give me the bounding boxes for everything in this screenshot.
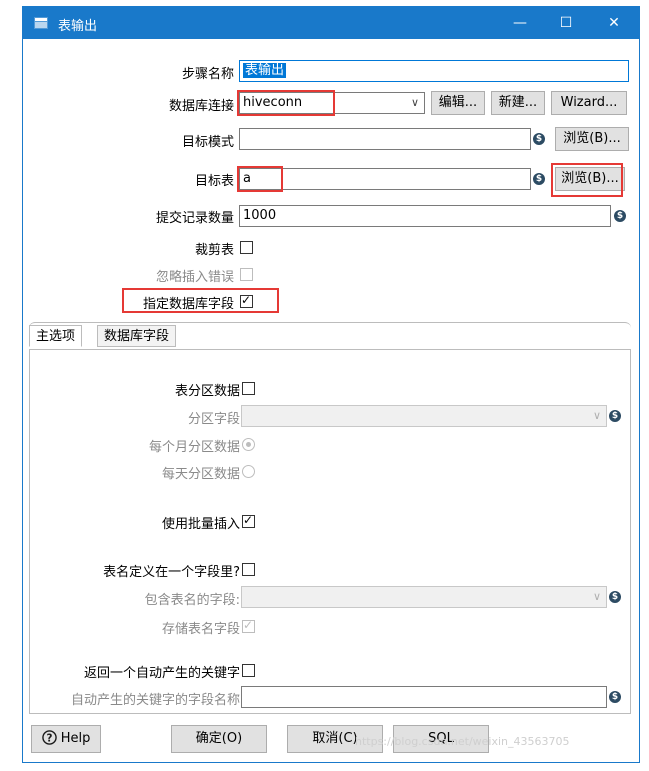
step-name-input[interactable]: 表输出: [239, 60, 629, 82]
main-options-panel: 表分区数据 分区字段 ∨ $ 每个月分区数据 每天分区数据 使用批量插入 ✓ 表…: [29, 349, 631, 714]
table-field-label: 包含表名的字段:: [144, 593, 240, 608]
target-table-input[interactable]: a: [239, 168, 531, 190]
chevron-down-icon: ∨: [592, 409, 601, 422]
maximize-button[interactable]: ☐: [543, 7, 589, 39]
daily-partition-label: 每天分区数据: [161, 467, 240, 482]
truncate-checkbox[interactable]: [240, 241, 253, 254]
store-table-field-checkbox[interactable]: ✓: [242, 618, 255, 633]
key-field-input[interactable]: [241, 686, 607, 708]
key-field-label: 自动产生的关键字的字段名称: [70, 693, 240, 708]
monthly-partition-label: 每个月分区数据: [148, 440, 240, 455]
close-button[interactable]: ✕: [591, 7, 637, 39]
check-icon: ✓: [243, 513, 254, 527]
partition-field-label: 分区字段: [187, 412, 240, 427]
edit-connection-button[interactable]: 编辑...: [431, 91, 485, 115]
partition-checkbox[interactable]: [242, 382, 255, 395]
help-label: Help: [60, 731, 91, 746]
variable-icon: $: [533, 133, 545, 145]
window-title: 表输出: [58, 19, 98, 34]
chevron-down-icon: ∨: [592, 590, 601, 603]
connection-select[interactable]: hiveconn ∨: [239, 92, 425, 114]
step-name-value: 表输出: [243, 63, 287, 78]
connection-label: 数据库连接: [168, 99, 234, 114]
table-in-field-label: 表名定义在一个字段里?: [103, 565, 240, 580]
wizard-button[interactable]: Wizard...: [551, 91, 627, 115]
ignore-errors-checkbox[interactable]: [240, 268, 253, 281]
check-icon: ✓: [243, 618, 254, 632]
browse-table-label: 浏览(B)...: [561, 171, 619, 186]
app-icon: [34, 17, 48, 29]
commit-size-label: 提交记录数量: [155, 211, 234, 226]
batch-insert-label: 使用批量插入: [161, 517, 240, 532]
browse-schema-label: 浏览(B)...: [563, 131, 621, 146]
new-connection-button[interactable]: 新建...: [491, 91, 545, 115]
title-bar[interactable]: 表输出 — ☐ ✕: [23, 7, 639, 39]
browse-table-button[interactable]: 浏览(B)...: [555, 167, 625, 191]
tab-database-fields[interactable]: 数据库字段: [97, 325, 177, 347]
watermark: https://blog.csdn.net/weixin_43563705: [355, 735, 570, 748]
partition-label: 表分区数据: [174, 384, 240, 399]
batch-insert-checkbox[interactable]: ✓: [242, 513, 255, 528]
question-circle-icon: ?: [41, 730, 57, 745]
store-table-field-label: 存储表名字段: [161, 622, 240, 637]
step-name-label: 步骤名称: [181, 67, 234, 82]
target-schema-input[interactable]: [239, 128, 531, 150]
specify-fields-checkbox[interactable]: ✓: [240, 293, 253, 308]
variable-icon: $: [533, 173, 545, 185]
tab-main-options[interactable]: 主选项: [29, 325, 83, 347]
table-field-select[interactable]: ∨: [241, 586, 607, 608]
daily-partition-radio[interactable]: [242, 465, 255, 478]
ignore-errors-label: 忽略插入错误: [155, 270, 234, 285]
truncate-label: 裁剪表: [194, 243, 234, 258]
help-button[interactable]: ? Help: [31, 725, 101, 753]
check-icon: ✓: [241, 293, 252, 307]
commit-size-value: 1000: [243, 208, 277, 223]
return-key-checkbox[interactable]: [242, 664, 255, 677]
partition-field-select[interactable]: ∨: [241, 405, 607, 427]
specify-fields-label: 指定数据库字段: [142, 297, 234, 312]
variable-icon: $: [609, 591, 621, 603]
table-in-field-checkbox[interactable]: [242, 563, 255, 576]
return-key-label: 返回一个自动产生的关键字: [83, 666, 240, 681]
monthly-partition-radio[interactable]: [242, 438, 255, 451]
browse-schema-button[interactable]: 浏览(B)...: [555, 127, 629, 151]
ok-button[interactable]: 确定(O): [171, 725, 267, 753]
minimize-button[interactable]: —: [497, 7, 543, 39]
target-table-label: 目标表: [194, 174, 234, 189]
commit-size-input[interactable]: 1000: [239, 205, 611, 227]
target-table-value: a: [243, 171, 251, 186]
variable-icon: $: [609, 410, 621, 422]
target-schema-label: 目标模式: [181, 135, 234, 150]
variable-icon: $: [614, 210, 626, 222]
svg-text:?: ?: [46, 732, 52, 744]
table-output-dialog: 表输出 — ☐ ✕ 步骤名称 表输出 数据库连接 hiveconn ∨ 编辑..…: [22, 6, 640, 763]
connection-value: hiveconn: [243, 95, 303, 110]
chevron-down-icon: ∨: [410, 96, 419, 109]
radio-dot: [246, 442, 251, 447]
variable-icon: $: [609, 691, 621, 703]
